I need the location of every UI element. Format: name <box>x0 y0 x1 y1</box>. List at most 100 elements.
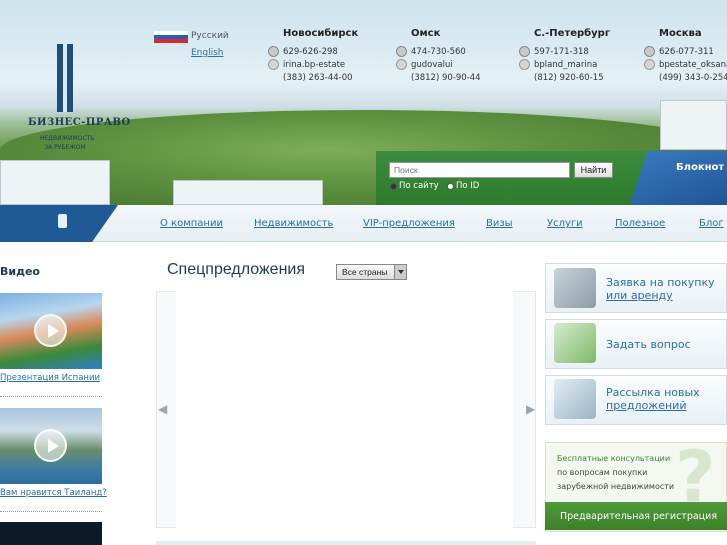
request-link[interactable]: Заявка на покупку или аренду <box>606 276 715 302</box>
office-spb: С.-Петербург 597-171-318 bpland_marina (… <box>519 28 610 84</box>
chevron-down-icon[interactable] <box>394 265 406 279</box>
office-city: С.-Петербург <box>534 28 611 39</box>
office-skype[interactable]: gudovalui <box>411 60 453 70</box>
office-landline: (499) 343-0-254 <box>659 72 727 83</box>
special-offers-title: Спецпредложения <box>167 261 305 278</box>
video-thumbnail-3[interactable] <box>0 522 102 545</box>
nav-visas[interactable]: Визы <box>486 218 513 229</box>
office-phone-row: 597-171-318 <box>519 45 610 58</box>
request-line2[interactable]: или аренду <box>606 289 715 302</box>
divider <box>0 396 102 397</box>
carousel-footer-strip <box>156 541 536 545</box>
office-skype-row: irina.bp-estate <box>268 58 358 71</box>
language-russian[interactable]: Русский <box>191 31 229 41</box>
office-phone: 597-171-318 <box>534 46 589 57</box>
office-phone-row: 626-077-311 <box>644 45 727 58</box>
search-button[interactable]: Найти <box>574 162 613 178</box>
logo-tagline-line2: ЗА РУБЕЖОМ <box>44 144 86 151</box>
office-city: Москва <box>659 28 702 39</box>
office-skype-row: bpland_marina <box>519 58 610 71</box>
office-phone-row: 474-730-560 <box>396 45 481 58</box>
skype-icon <box>644 59 655 70</box>
radio-unchecked-icon[interactable] <box>447 182 454 190</box>
keys-icon <box>554 268 596 308</box>
office-landline: (383) 263-44-00 <box>283 72 353 83</box>
consult-line2: по вопросам покупки <box>557 468 648 477</box>
nav-real-estate[interactable]: Недвижимость <box>254 218 333 229</box>
video-section-title: Видео <box>0 265 40 278</box>
phone-icon <box>644 46 655 57</box>
radio-checked-icon[interactable] <box>390 182 397 190</box>
home-icon[interactable] <box>58 214 67 228</box>
office-phone-row: 629-626-298 <box>268 45 358 58</box>
office-landline-row: (383) 263-44-00 <box>268 71 358 84</box>
search-option-site[interactable]: По сайту <box>390 181 439 191</box>
search-option-id[interactable]: По ID <box>447 181 479 191</box>
phone-icon <box>519 46 530 57</box>
nav-services[interactable]: Услуги <box>547 218 583 229</box>
video-thumbnail-spain[interactable] <box>0 293 102 369</box>
newsletter-line2[interactable]: предложений <box>606 399 700 412</box>
nav-about[interactable]: О компании <box>160 218 223 229</box>
divider <box>0 511 102 512</box>
office-phone: 629-626-298 <box>283 46 338 57</box>
search-option-id-label: По ID <box>456 181 480 191</box>
nav-blog[interactable]: Блог <box>699 218 724 229</box>
language-english[interactable]: English <box>191 48 224 58</box>
search-panel <box>376 151 646 205</box>
newsletter-link[interactable]: Рассылка новых предложений <box>606 386 700 412</box>
office-skype-row: gudovalui <box>396 58 481 71</box>
office-phone: 474-730-560 <box>411 46 466 57</box>
video-caption-spain[interactable]: Презентация Испании <box>0 373 100 383</box>
search-input[interactable] <box>389 162 570 178</box>
office-phone: 626-077-311 <box>659 46 714 57</box>
skype-icon <box>268 59 279 70</box>
city-buildings-left <box>0 160 110 205</box>
office-moscow: Москва 626-077-311 bpestate_oksana (499)… <box>644 28 727 84</box>
logo-tagline: НЕДВИЖИМОСТЬ ЗА РУБЕЖОМ <box>40 134 95 152</box>
question-link[interactable]: Задать вопрос <box>606 338 691 351</box>
office-landline-row: (3812) 90-90-44 <box>396 71 481 84</box>
offers-carousel-content <box>176 291 513 528</box>
consult-line1: Бесплатные консультации <box>557 454 671 463</box>
request-line1: Заявка на покупку <box>606 276 715 289</box>
country-select[interactable]: Все страны <box>336 264 407 280</box>
office-skype-row: bpestate_oksana <box>644 58 727 71</box>
office-landline-row: (812) 920-60-15 <box>519 71 610 84</box>
office-skype[interactable]: irina.bp-estate <box>283 60 345 70</box>
play-icon[interactable] <box>34 314 67 347</box>
video-thumbnail-thailand[interactable] <box>0 408 102 484</box>
video-caption-thailand[interactable]: Вам нравится Таиланд? <box>0 488 107 498</box>
register-button-label[interactable]: Предварительная регистрация <box>560 511 717 522</box>
nav-useful[interactable]: Полезное <box>615 218 665 229</box>
logo-tagline-line1: НЕДВИЖИМОСТЬ <box>40 135 95 142</box>
city-buildings-right <box>660 100 727 150</box>
search-option-site-label: По сайту <box>399 181 439 191</box>
office-novosibirsk: Новосибирск 629-626-298 irina.bp-estate … <box>268 28 358 84</box>
phone-icon <box>396 46 407 57</box>
russian-flag-icon[interactable] <box>154 31 188 43</box>
logo-mark-gap <box>63 44 67 112</box>
office-landline: (3812) 90-90-44 <box>411 72 481 83</box>
consult-line3: зарубежной недвижимости <box>557 482 675 491</box>
country-select-value: Все страны <box>342 267 388 277</box>
city-buildings-center <box>173 180 323 205</box>
office-landline-row: (499) 343-0-254 <box>644 71 727 84</box>
chevron-right-icon[interactable]: ▶ <box>526 402 535 416</box>
chevron-left-icon[interactable]: ◀ <box>158 402 167 416</box>
newsletter-line1: Рассылка новых <box>606 386 700 399</box>
play-icon[interactable] <box>34 429 67 462</box>
office-landline: (812) 920-60-15 <box>534 72 604 83</box>
logo-name[interactable]: БИЗНЕС-ПРАВО <box>28 117 131 128</box>
nav-vip[interactable]: VIP-предложения <box>363 218 455 229</box>
question-icon <box>554 323 596 363</box>
office-city: Омск <box>411 28 441 39</box>
office-omsk: Омск 474-730-560 gudovalui (3812) 90-90-… <box>396 28 481 84</box>
office-city: Новосибирск <box>283 28 359 39</box>
office-skype[interactable]: bpland_marina <box>534 60 597 70</box>
skype-icon <box>396 59 407 70</box>
office-skype[interactable]: bpestate_oksana <box>659 60 727 70</box>
notebook-label[interactable]: Блокнот <box>676 162 724 173</box>
newsletter-icon <box>554 379 596 419</box>
phone-icon <box>268 46 279 57</box>
